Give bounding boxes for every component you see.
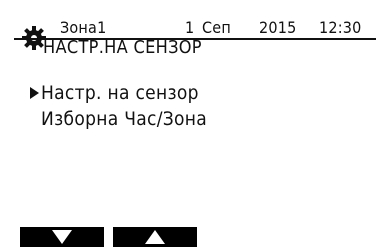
menu-item-time-zone-select[interactable]: Изборна Час/Зона bbox=[31, 106, 207, 132]
settings-menu: Настр. на сензор Изборна Час/Зона bbox=[30, 80, 207, 132]
selection-cursor-icon bbox=[30, 87, 39, 99]
down-button[interactable] bbox=[20, 227, 104, 247]
zone-label: Зона1 bbox=[60, 18, 107, 37]
clock-time: 12:30 bbox=[319, 18, 362, 37]
date-day: 1 bbox=[185, 18, 195, 37]
arrow-up-icon bbox=[145, 230, 165, 244]
date-month: Сеп bbox=[202, 18, 231, 37]
arrow-down-icon bbox=[52, 230, 72, 244]
lcd-screen: Зона1 1 Сеп 2015 12:30 НАСТР.НА СЕНЗОР Н… bbox=[0, 0, 379, 247]
menu-item-sensor-settings[interactable]: Настр. на сензор bbox=[30, 80, 207, 106]
up-button[interactable] bbox=[113, 227, 197, 247]
date-year: 2015 bbox=[259, 18, 297, 37]
menu-item-label: Настр. на сензор bbox=[41, 82, 199, 104]
menu-item-label: Изборна Час/Зона bbox=[41, 108, 208, 130]
screen-title: НАСТР.НА СЕНЗОР bbox=[43, 37, 202, 58]
